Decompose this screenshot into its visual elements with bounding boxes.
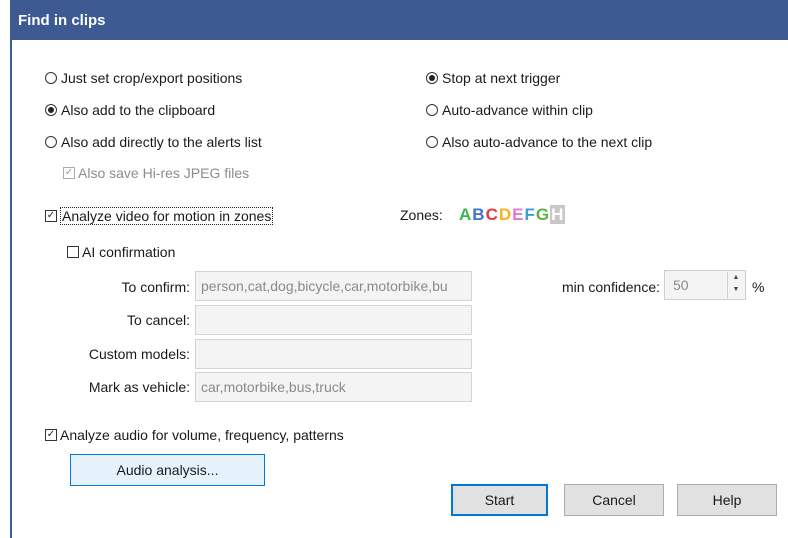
radio-circle xyxy=(426,104,438,116)
radio-circle xyxy=(426,72,438,84)
window-title-bar: Find in clips xyxy=(10,0,788,40)
spinner-arrows[interactable]: ▲ ▼ xyxy=(727,272,744,298)
min-confidence-spinner[interactable]: 50 ▲ ▼ xyxy=(664,270,746,300)
checkbox-label: AI confirmation xyxy=(82,244,176,260)
radio-label: Also add directly to the alerts list xyxy=(61,134,262,150)
radio-label: Also auto-advance to the next clip xyxy=(442,134,653,150)
zone-a[interactable]: A xyxy=(459,205,472,224)
checkbox-box xyxy=(63,167,75,179)
radio-circle xyxy=(45,72,57,84)
to-confirm-label: To confirm: xyxy=(121,279,190,295)
checkbox-analyze-audio[interactable]: Analyze audio for volume, frequency, pat… xyxy=(45,427,344,443)
to-confirm-input[interactable]: person,cat,dog,bicycle,car,motorbike,bu xyxy=(195,271,472,301)
radio-just-set-crop[interactable]: Just set crop/export positions xyxy=(45,70,242,86)
audio-analysis-button[interactable]: Audio analysis... xyxy=(70,454,265,486)
percent-label: % xyxy=(752,279,765,295)
cancel-button[interactable]: Cancel xyxy=(564,484,664,516)
checkbox-label: Analyze video for motion in zones xyxy=(60,207,274,225)
radio-circle xyxy=(45,104,57,116)
radio-add-clipboard[interactable]: Also add to the clipboard xyxy=(45,102,215,118)
radio-label: Also add to the clipboard xyxy=(61,102,216,118)
radio-label: Just set crop/export positions xyxy=(61,70,243,86)
checkbox-label: Analyze audio for volume, frequency, pat… xyxy=(60,427,344,443)
zone-d[interactable]: D xyxy=(499,205,512,224)
zone-g[interactable]: G xyxy=(536,205,550,224)
zone-e[interactable]: E xyxy=(512,205,524,224)
spinner-down-icon[interactable]: ▼ xyxy=(728,284,744,296)
radio-add-alerts[interactable]: Also add directly to the alerts list xyxy=(45,134,262,150)
radio-label: Auto-advance within clip xyxy=(442,102,593,118)
radio-circle xyxy=(426,136,438,148)
zones-selector[interactable]: ABCDEFGH xyxy=(459,205,566,225)
mark-vehicle-input[interactable]: car,motorbike,bus,truck xyxy=(195,372,472,402)
radio-auto-advance-clip[interactable]: Auto-advance within clip xyxy=(426,102,593,118)
radio-circle xyxy=(45,136,57,148)
to-cancel-input[interactable] xyxy=(195,305,472,335)
zones-label: Zones: xyxy=(400,207,443,223)
custom-models-input[interactable] xyxy=(195,339,472,369)
min-confidence-label: min confidence: xyxy=(561,279,660,295)
window-title: Find in clips xyxy=(18,12,106,29)
checkbox-box xyxy=(45,429,57,441)
radio-stop-next-trigger[interactable]: Stop at next trigger xyxy=(426,70,560,86)
start-button[interactable]: Start xyxy=(451,484,548,516)
to-cancel-label: To cancel: xyxy=(126,312,190,328)
checkbox-ai-confirmation[interactable]: AI confirmation xyxy=(67,244,175,260)
checkbox-box xyxy=(67,246,79,258)
zone-c[interactable]: C xyxy=(486,205,499,224)
radio-auto-advance-next[interactable]: Also auto-advance to the next clip xyxy=(426,134,652,150)
checkbox-label: Also save Hi-res JPEG files xyxy=(78,165,250,181)
custom-models-label: Custom models: xyxy=(88,346,190,362)
zone-b[interactable]: B xyxy=(472,205,485,224)
window-left-border xyxy=(10,40,12,538)
checkbox-analyze-motion[interactable]: Analyze video for motion in zones xyxy=(45,207,274,225)
mark-vehicle-label: Mark as vehicle: xyxy=(88,379,190,395)
checkbox-box xyxy=(45,210,57,222)
help-button[interactable]: Help xyxy=(677,484,777,516)
min-confidence-value: 50 xyxy=(673,277,689,293)
checkbox-hires-jpeg[interactable]: Also save Hi-res JPEG files xyxy=(63,165,249,181)
spinner-up-icon[interactable]: ▲ xyxy=(728,272,744,284)
zone-f[interactable]: F xyxy=(524,205,535,224)
radio-label: Stop at next trigger xyxy=(442,70,561,86)
zone-h[interactable]: H xyxy=(550,205,566,224)
